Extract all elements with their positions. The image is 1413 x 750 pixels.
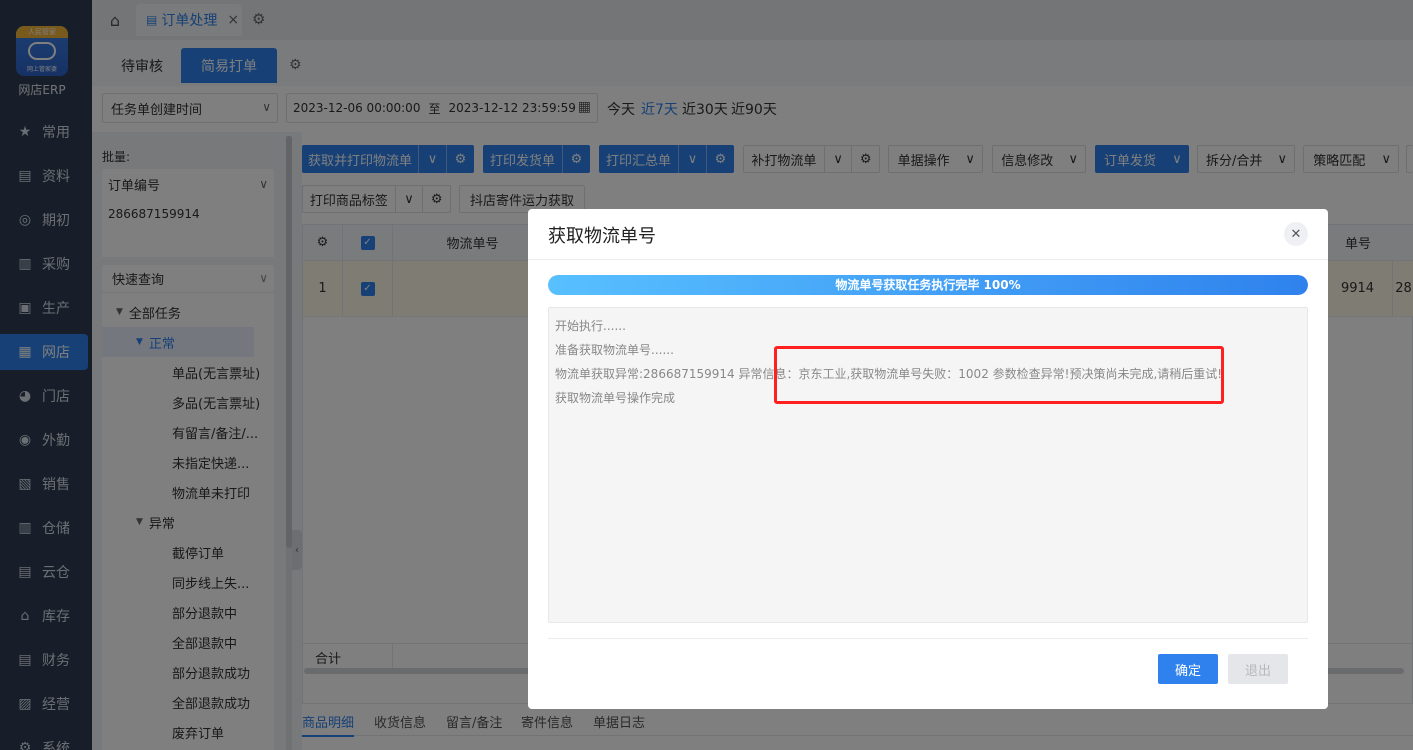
exit-button[interactable]: 退出 [1228, 654, 1288, 684]
divider [548, 638, 1308, 639]
confirm-button[interactable]: 确定 [1158, 654, 1218, 684]
progress-text: 物流单号获取任务执行完毕 100% [835, 278, 1021, 292]
error-highlight-box [774, 346, 1224, 404]
progress-bar: 物流单号获取任务执行完毕 100% [548, 275, 1308, 295]
close-icon[interactable]: ✕ [1284, 222, 1308, 246]
dialog-title: 获取物流单号 [548, 226, 656, 247]
log-line: 开始执行...... [555, 319, 626, 333]
divider [528, 259, 1328, 260]
get-logistics-dialog: 获取物流单号 ✕ 物流单号获取任务执行完毕 100% 开始执行...... 准备… [528, 209, 1328, 709]
